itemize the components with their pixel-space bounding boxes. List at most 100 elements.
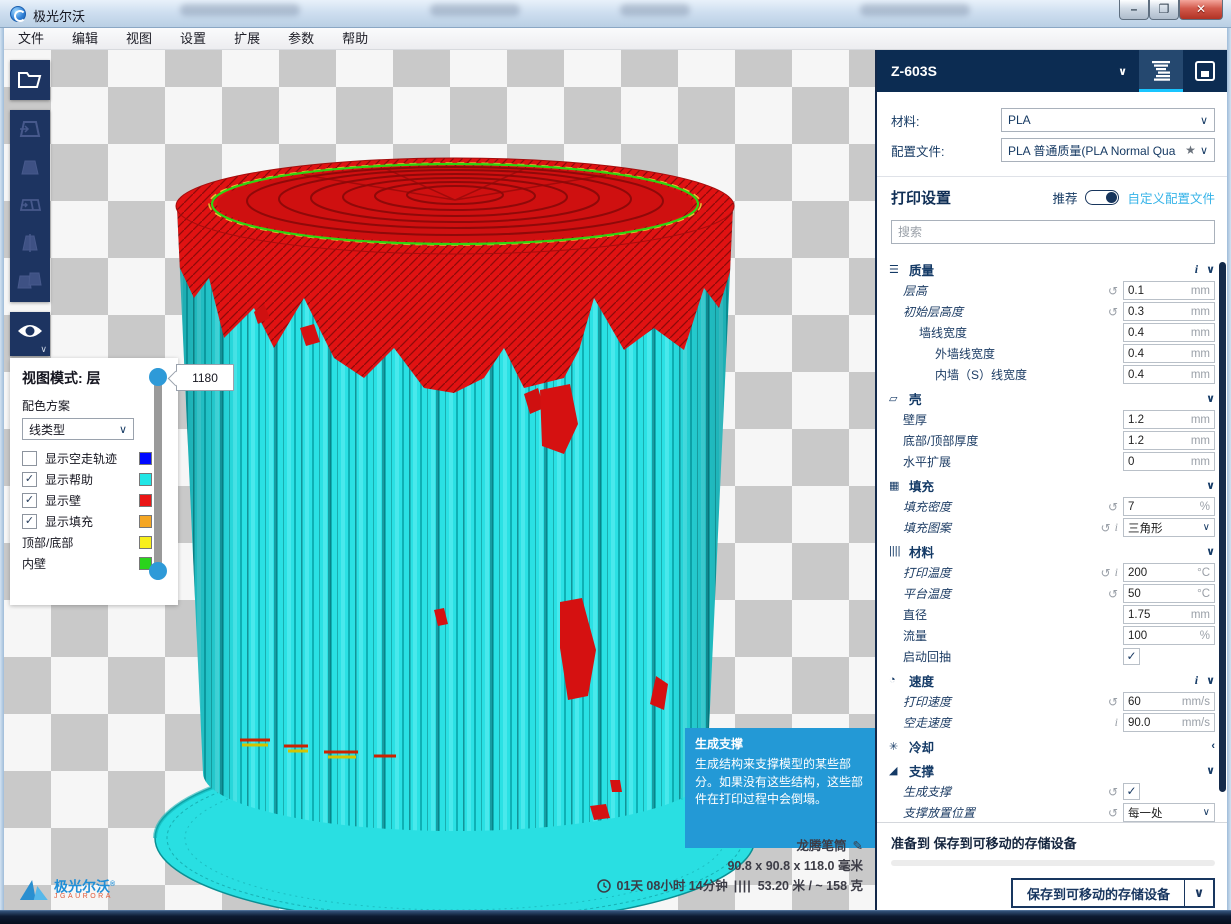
material-label: 材料: [891, 111, 1001, 130]
setting-unit: mm [1191, 306, 1210, 318]
color-swatch [139, 494, 152, 507]
custom-profile-link[interactable]: 自定义配置文件 [1127, 188, 1215, 207]
reset-icon[interactable]: ↺ [1108, 284, 1118, 298]
setting-input[interactable]: 0.3mm [1123, 302, 1215, 321]
section-header-支撑[interactable]: ◢支撑∨ [877, 759, 1227, 781]
tab-monitor-printer[interactable] [1183, 50, 1227, 92]
section-header-壳[interactable]: ▱壳∨ [877, 387, 1227, 409]
setting-input[interactable]: 0.1mm [1123, 281, 1215, 300]
chevron-down-icon[interactable]: ∨ [1185, 885, 1213, 901]
reset-icon[interactable]: ↺ [1108, 500, 1118, 514]
setting-input[interactable]: 1.2mm [1123, 410, 1215, 429]
checkbox[interactable]: ✓ [22, 472, 37, 487]
reset-icon[interactable]: ↺ [1101, 566, 1111, 580]
menu-item-扩展[interactable]: 扩展 [220, 28, 274, 50]
profile-select[interactable]: PLA 普通质量(PLA Normal Qua ★ ∨ [1001, 138, 1215, 162]
chevron-down-icon[interactable]: ∨ [1206, 479, 1215, 492]
section-header-icons: i∨ [1195, 262, 1215, 277]
chevron-left-icon[interactable]: ‹ [1211, 740, 1215, 752]
menu-item-帮助[interactable]: 帮助 [328, 28, 382, 50]
setting-input[interactable]: 50°C [1123, 584, 1215, 603]
menu-item-视图[interactable]: 视图 [112, 28, 166, 50]
setting-select[interactable]: 三角形∨ [1123, 518, 1215, 537]
menu-item-参数[interactable]: 参数 [274, 28, 328, 50]
setting-input[interactable]: 60mm/s [1123, 692, 1215, 711]
reset-icon[interactable]: ↺ [1101, 521, 1111, 535]
printer-select[interactable]: Z-603S ∨ [877, 63, 1139, 79]
move-tool[interactable] [10, 110, 50, 148]
section-header-速度[interactable]: ◔速度i∨ [877, 669, 1227, 691]
info-icon: i [1115, 520, 1118, 535]
setting-checkbox[interactable]: ✓ [1123, 648, 1140, 665]
scale-tool[interactable] [10, 148, 50, 186]
menu-item-设置[interactable]: 设置 [166, 28, 220, 50]
maximize-button[interactable]: ❐ [1149, 0, 1179, 20]
save-to-removable-button[interactable]: 保存到可移动的存储设备 ∨ [1011, 878, 1215, 908]
setting-unit: mm/s [1182, 717, 1210, 729]
checkbox[interactable] [22, 451, 37, 466]
layer-range-slider[interactable] [154, 368, 162, 580]
machine-config: 材料: PLA ∨ 配置文件: PLA 普通质量(PLA Normal Qua … [877, 92, 1227, 177]
section-header-材料[interactable]: ||||材料∨ [877, 540, 1227, 562]
color-swatch [139, 515, 152, 528]
open-file-button[interactable] [10, 60, 50, 100]
view-option-label: 显示帮助 [45, 471, 139, 488]
setting-input[interactable]: 90.0mm/s [1123, 713, 1215, 732]
reset-icon[interactable]: ↺ [1108, 305, 1118, 319]
section-header-填充[interactable]: ▦填充∨ [877, 474, 1227, 496]
setting-checkbox[interactable]: ✓ [1123, 783, 1140, 800]
printer-icon [1193, 59, 1217, 83]
color-swatch [139, 536, 152, 549]
per-model-settings-tool[interactable] [10, 262, 50, 300]
setting-select[interactable]: 每一处∨ [1123, 803, 1215, 822]
title-bar[interactable]: 极光尔沃 – ❐ ✕ [0, 0, 1231, 28]
setting-input[interactable]: 0.4mm [1123, 344, 1215, 363]
tab-prepare-slice[interactable] [1139, 50, 1183, 92]
chevron-down-icon[interactable]: ∨ [1206, 392, 1215, 405]
setting-input[interactable]: 0.4mm [1123, 323, 1215, 342]
material-select[interactable]: PLA ∨ [1001, 108, 1215, 132]
close-button[interactable]: ✕ [1179, 0, 1223, 20]
settings-scrollbar[interactable] [1219, 262, 1226, 792]
reset-icon[interactable]: ↺ [1108, 806, 1118, 820]
menu-bar: 文件编辑视图设置扩展参数帮助 [4, 28, 1227, 50]
setting-row: 初始层高度↺0.3mm [877, 301, 1227, 322]
rotate-tool[interactable] [10, 186, 50, 224]
recommended-custom-toggle[interactable] [1085, 190, 1119, 205]
reset-icon[interactable]: ↺ [1108, 695, 1118, 709]
minimize-button[interactable]: – [1119, 0, 1149, 20]
section-name: 冷却 [909, 737, 1211, 756]
section-header-冷却[interactable]: ✳冷却‹ [877, 735, 1227, 757]
section-header-质量[interactable]: ☰质量i∨ [877, 258, 1227, 280]
slider-handle-bottom[interactable] [149, 562, 167, 580]
reset-icon[interactable]: ↺ [1108, 785, 1118, 799]
chevron-down-icon[interactable]: ∨ [1206, 545, 1215, 558]
setting-input[interactable]: 200°C [1123, 563, 1215, 582]
section-icon: ☰ [889, 263, 909, 276]
mirror-tool[interactable] [10, 224, 50, 262]
slider-handle-top[interactable] [149, 368, 167, 386]
setting-input[interactable]: 0mm [1123, 452, 1215, 471]
checkbox[interactable]: ✓ [22, 493, 37, 508]
reset-icon[interactable]: ↺ [1108, 587, 1118, 601]
setting-input[interactable]: 100% [1123, 626, 1215, 645]
chevron-down-icon[interactable]: ∨ [1206, 263, 1215, 276]
chevron-down-icon[interactable]: ∨ [1206, 764, 1215, 777]
color-scheme-select[interactable]: 线类型 ∨ [22, 418, 134, 440]
chevron-down-icon[interactable]: ∨ [1206, 674, 1215, 687]
setting-pre-icons: ↺ [1108, 305, 1118, 319]
setting-input[interactable]: 7% [1123, 497, 1215, 516]
menu-item-文件[interactable]: 文件 [4, 28, 58, 50]
checkbox[interactable]: ✓ [22, 514, 37, 529]
setting-input[interactable]: 1.75mm [1123, 605, 1215, 624]
search-input[interactable] [891, 220, 1215, 244]
setting-unit: % [1200, 501, 1210, 513]
3d-viewport[interactable]: ∨ 视图模式: 层 配色方案 线类型 ∨ 显示空走轨迹✓显示帮助✓显示壁✓显示填… [4, 50, 875, 910]
setting-label: 直径 [877, 606, 1118, 623]
setting-input[interactable]: 1.2mm [1123, 431, 1215, 450]
setting-input[interactable]: 0.4mm [1123, 365, 1215, 384]
menu-item-编辑[interactable]: 编辑 [58, 28, 112, 50]
pencil-icon[interactable]: ✎ [853, 836, 863, 856]
view-mode-button[interactable]: ∨ [10, 312, 50, 356]
color-swatch [139, 452, 152, 465]
